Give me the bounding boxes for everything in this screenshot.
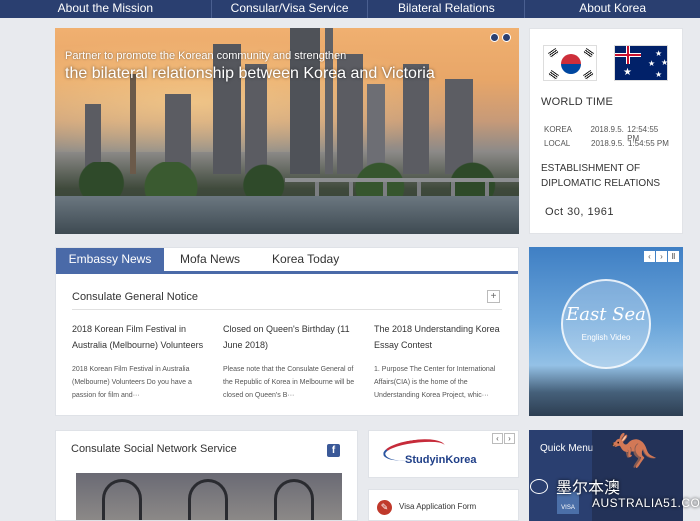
establishment-title: ESTABLISHMENT OF DIPLOMATIC RELATIONS [541,163,661,189]
korea-flag-icon [543,45,597,81]
tab-korea-today[interactable]: Korea Today [256,248,355,271]
watermark-url: AUSTRALIA51.COM [592,496,700,510]
news-tabs: Embassy News Mofa News Korea Today [56,248,518,274]
hero-banner[interactable]: Partner to promote the Korean community … [55,28,519,234]
hero-subtitle: Partner to promote the Korean community … [65,50,347,62]
hero-title: the bilateral relationship between Korea… [65,65,435,82]
article-body: 2018 Korean Film Festival in Australia (… [72,366,192,399]
social-photo[interactable] [76,473,342,520]
news-article[interactable]: Closed on Queen's Birthday (11 June 2018… [223,321,355,402]
tab-embassy-news[interactable]: Embassy News [56,248,164,271]
establishment-date: Oct 30, 1961 [545,206,614,218]
news-article[interactable]: The 2018 Understanding Korea Essay Conte… [374,321,506,402]
article-title[interactable]: 2018 Korean Film Festival in Australia (… [72,321,204,353]
nav-consular-visa[interactable]: Consular/Visa Service [212,0,369,18]
visa-label: Visa Application Form [399,502,477,511]
banner-arrows: ‹ › Ⅱ [644,251,679,262]
quick-menu-title: Quick Menu [540,443,594,454]
pagination-dot[interactable] [502,33,511,42]
east-sea-title: East Sea [566,304,646,325]
news-article[interactable]: 2018 Korean Film Festival in Australia (… [72,321,204,402]
banner-arrows: ‹ › [492,433,515,444]
world-time-card: ★ ★ ★ ★ ★ WORLD TIME KOREA 2018.9.5. 12:… [529,28,683,234]
study-in-korea-banner[interactable]: ‹ › StudyinKorea [368,430,519,478]
river [55,196,519,234]
nav-bilateral-relations[interactable]: Bilateral Relations [368,0,526,18]
document-icon: ✎ [377,500,392,515]
article-title[interactable]: The 2018 Understanding Korea Essay Conte… [374,321,506,353]
tab-mofa-news[interactable]: Mofa News [164,248,256,271]
prev-arrow-icon[interactable]: ‹ [492,433,503,444]
australia-flag-icon: ★ ★ ★ ★ ★ [614,45,668,81]
notice-title: Consulate General Notice [72,291,198,303]
divider [72,309,502,310]
pause-icon[interactable]: Ⅱ [668,251,679,262]
nav-about-korea[interactable]: About Korea [525,0,700,18]
more-plus-icon[interactable]: + [487,290,500,303]
world-time-title: WORLD TIME [541,96,614,108]
study-in-korea-logo: StudyinKorea [405,454,477,466]
watermark-text: 墨尔本澳 [556,480,621,497]
time-row-local: LOCAL 2018.9.5. 1:54:55 PM [544,139,669,148]
social-network-panel: Consulate Social Network Service f [55,430,358,521]
pagination-dot[interactable] [490,33,499,42]
chat-icon [530,479,548,494]
top-navigation: About the Mission Consular/Visa Service … [0,0,700,18]
article-title[interactable]: Closed on Queen's Birthday (11 June 2018… [223,321,355,353]
hero-pagination [490,33,511,42]
facebook-icon[interactable]: f [327,444,340,457]
kangaroo-icon: 🦘 [610,431,658,473]
next-arrow-icon[interactable]: › [504,433,515,444]
next-arrow-icon[interactable]: › [656,251,667,262]
social-title: Consulate Social Network Service [71,443,237,455]
prev-arrow-icon[interactable]: ‹ [644,251,655,262]
east-sea-video-banner[interactable]: ‹ › Ⅱ East Sea English Video [529,247,683,416]
article-body: 1. Purpose The Center for International … [374,366,496,399]
news-panel: Embassy News Mofa News Korea Today Consu… [55,247,519,416]
nav-about-mission[interactable]: About the Mission [0,0,212,18]
visa-application-link[interactable]: ✎ Visa Application Form [368,489,519,521]
article-body: Please note that the Consulate General o… [223,366,355,399]
east-sea-subtitle: English Video [581,333,631,342]
